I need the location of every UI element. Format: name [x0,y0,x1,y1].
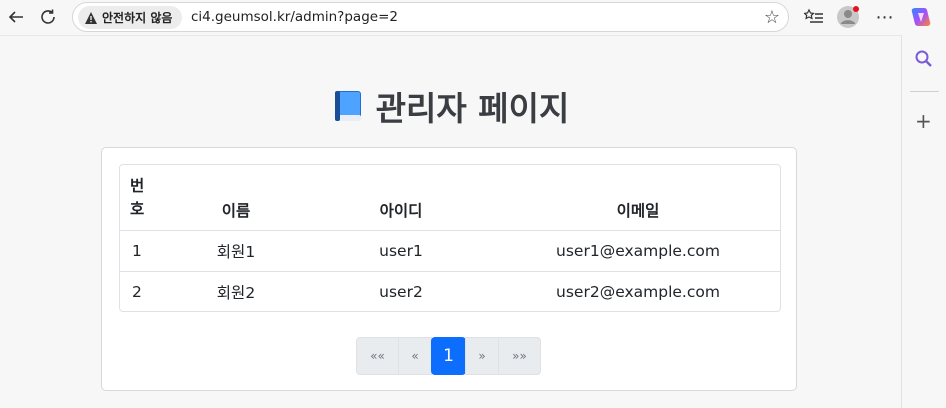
security-indicator[interactable]: 안전하지 않음 [78,6,182,29]
pagination-next-button[interactable]: » [465,337,499,375]
warning-icon [84,11,98,25]
cell-email: user1@example.com [496,230,780,272]
browser-toolbar: 안전하지 않음 ci4.geumsol.kr/admin?page=2 ☆ ⋯ [0,0,946,35]
arrow-left-icon [8,11,23,23]
cell-name: 회원1 [166,230,306,272]
cell-num: 1 [120,230,166,272]
header-num: 번 호 [120,165,166,231]
security-label: 안전하지 않음 [102,11,173,25]
table-row: 1 회원1 user1 user1@example.com [120,230,780,272]
cell-num: 2 [132,282,142,301]
ellipsis-icon: ⋯ [875,6,895,28]
cell-id: user1 [306,230,496,272]
header-email: 이메일 [496,165,780,231]
header-name: 이름 [166,165,306,231]
browser-sidebar: + [901,35,946,408]
book-icon [332,89,364,123]
back-button[interactable] [4,6,28,28]
cell-name: 회원2 [216,283,256,302]
table-row: 2 회원2 user2 user2@example.com [120,271,780,311]
copilot-button[interactable] [909,6,933,28]
header-id: 아이디 [306,165,496,231]
favorites-list-icon [804,8,823,23]
cell-email: user2@example.com [556,282,720,301]
url-text[interactable]: ci4.geumsol.kr/admin?page=2 [191,9,398,25]
pagination-page-button[interactable]: 1 [431,337,466,375]
header-num-line1: 번 [130,176,145,195]
cell-id: user2 [379,282,423,301]
page-title: 관리자 페이지 [0,82,901,130]
page-title-text: 관리자 페이지 [375,89,570,128]
plus-icon: + [915,109,932,133]
avatar-icon [837,6,859,28]
sidebar-search-button[interactable] [914,49,934,69]
pagination-first-button[interactable]: «« [356,337,399,375]
page-content: 관리자 페이지 번 호 이름 아이디 이메일 1 회원1 user1 user1… [0,35,901,408]
table-header-row: 번 호 이름 아이디 이메일 [120,165,780,231]
copilot-icon [911,8,931,26]
star-icon[interactable]: ☆ [764,7,780,28]
pagination: «« « 1 » »» [356,337,541,375]
reload-button[interactable] [36,6,60,28]
favorites-button[interactable] [802,6,826,28]
address-bar[interactable]: 안전하지 않음 ci4.geumsol.kr/admin?page=2 ☆ [72,2,789,32]
pagination-last-button[interactable]: »» [498,337,541,375]
header-num-line2: 호 [130,199,145,218]
sidebar-divider [910,91,939,92]
search-icon [915,50,932,67]
member-card: 번 호 이름 아이디 이메일 1 회원1 user1 user1@example… [101,147,797,391]
pagination-prev-button[interactable]: « [398,337,432,375]
sidebar-add-button[interactable]: + [915,111,932,131]
reload-icon [41,9,55,24]
member-table-wrapper: 번 호 이름 아이디 이메일 1 회원1 user1 user1@example… [119,164,781,312]
member-table: 번 호 이름 아이디 이메일 1 회원1 user1 user1@example… [120,165,780,311]
profile-button[interactable] [836,6,860,28]
more-menu-button[interactable]: ⋯ [873,6,897,28]
